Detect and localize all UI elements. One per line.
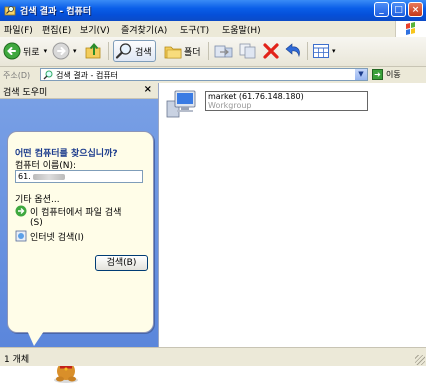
back-dropdown-icon[interactable]: ▾ bbox=[44, 47, 48, 55]
redacted-text bbox=[32, 173, 65, 180]
title-bar[interactable]: 검색 결과 - 컴퓨터 _ □ × bbox=[0, 0, 426, 21]
forward-button[interactable]: ▾ bbox=[52, 40, 77, 62]
results-pane: market (61.76.148.180) Workgroup bbox=[159, 83, 426, 347]
address-bar: 주소(D) 검색 결과 - 컴퓨터 ▼ ➜ 이동 bbox=[0, 67, 426, 84]
result-name: market (61.76.148.180) bbox=[208, 92, 304, 101]
folders-button[interactable]: 폴더 bbox=[164, 40, 201, 62]
up-folder-icon bbox=[85, 42, 101, 59]
forward-arrow-icon bbox=[52, 42, 70, 60]
up-folder-button[interactable] bbox=[84, 40, 104, 62]
status-bar: 1 개체 bbox=[0, 347, 426, 366]
maximize-button[interactable]: □ bbox=[391, 2, 406, 17]
go-button[interactable]: ➜ 이동 bbox=[372, 69, 401, 80]
windows-logo-icon bbox=[395, 21, 426, 37]
result-workgroup: Workgroup bbox=[208, 101, 252, 110]
explorer-window: 검색 결과 - 컴퓨터 _ □ × 파일(F) 편집(E) 보기(V) 즐겨찾기… bbox=[0, 0, 426, 383]
address-value: 검색 결과 - 컴퓨터 bbox=[56, 71, 119, 80]
search-button[interactable]: 검색 bbox=[113, 40, 156, 62]
menu-view[interactable]: 보기(V) bbox=[80, 23, 110, 36]
undo-button[interactable] bbox=[284, 40, 304, 62]
search-bubble: 어떤 컴퓨터를 찾으십니까? 컴퓨터 이름(N): 61. 기타 옵션... 이… bbox=[7, 131, 154, 333]
search-submit-button[interactable]: 검색(B) bbox=[95, 255, 148, 271]
menu-tools[interactable]: 도구(T) bbox=[180, 23, 209, 36]
minimize-button[interactable]: _ bbox=[374, 2, 389, 17]
copy-to-icon bbox=[239, 43, 256, 59]
internet-search-icon bbox=[15, 230, 27, 242]
address-label: 주소(D) bbox=[3, 71, 31, 80]
back-arrow-icon bbox=[3, 42, 21, 60]
search-files-link[interactable]: 이 컴퓨터에서 파일 검색 (S) bbox=[15, 205, 121, 228]
folders-icon bbox=[164, 46, 182, 59]
delete-button[interactable] bbox=[262, 40, 280, 62]
address-dropdown-icon[interactable]: ▼ bbox=[355, 69, 367, 80]
green-arrow-icon bbox=[15, 205, 27, 217]
copy-to-button[interactable] bbox=[238, 40, 258, 62]
search-companion-pane: 검색 도우미 × 어떤 컴퓨터를 찾으십니까? 컴퓨터 이름(N): 61. 기… bbox=[0, 83, 159, 383]
back-button[interactable]: 뒤로 ▾ bbox=[3, 40, 47, 62]
toolbar: 뒤로 ▾ ▾ 검색 폴더 ▾ bbox=[0, 37, 426, 67]
address-field[interactable]: 검색 결과 - 컴퓨터 ▼ bbox=[40, 68, 368, 81]
search-results-icon bbox=[43, 70, 53, 80]
go-arrow-icon: ➜ bbox=[372, 69, 383, 80]
result-item[interactable]: market (61.76.148.180) Workgroup bbox=[165, 89, 395, 123]
menu-favorites[interactable]: 즐겨찾기(A) bbox=[121, 23, 167, 36]
move-to-icon bbox=[214, 45, 233, 58]
pane-close-icon[interactable]: × bbox=[144, 84, 152, 95]
computer-icon bbox=[166, 90, 196, 118]
result-label-box: market (61.76.148.180) Workgroup bbox=[205, 91, 368, 111]
computer-name-input[interactable]: 61. bbox=[15, 170, 143, 183]
move-to-button[interactable] bbox=[214, 40, 234, 62]
menu-help[interactable]: 도움말(H) bbox=[222, 23, 261, 36]
views-button[interactable]: ▾ bbox=[312, 40, 336, 62]
bubble-tail bbox=[26, 328, 46, 346]
menu-file[interactable]: 파일(F) bbox=[4, 23, 33, 36]
search-companion-title: 검색 도우미 bbox=[3, 88, 48, 98]
resize-grip[interactable] bbox=[415, 355, 425, 365]
other-options-label: 기타 옵션... bbox=[15, 195, 60, 205]
menu-edit[interactable]: 편집(E) bbox=[42, 23, 71, 36]
delete-x-icon bbox=[263, 43, 279, 59]
internet-search-link[interactable]: 인터넷 검색(I) bbox=[15, 230, 84, 243]
close-button[interactable]: × bbox=[408, 2, 423, 17]
menu-bar: 파일(F) 편집(E) 보기(V) 즐겨찾기(A) 도구(T) 도움말(H) bbox=[0, 21, 426, 38]
window-title: 검색 결과 - 컴퓨터 bbox=[20, 7, 92, 17]
undo-icon bbox=[285, 43, 300, 58]
search-companion-header: 검색 도우미 × bbox=[0, 83, 158, 99]
magnifier-icon bbox=[115, 43, 132, 59]
search-window-icon bbox=[4, 6, 16, 16]
views-grid-icon bbox=[313, 44, 329, 58]
status-text: 1 개체 bbox=[4, 355, 30, 365]
